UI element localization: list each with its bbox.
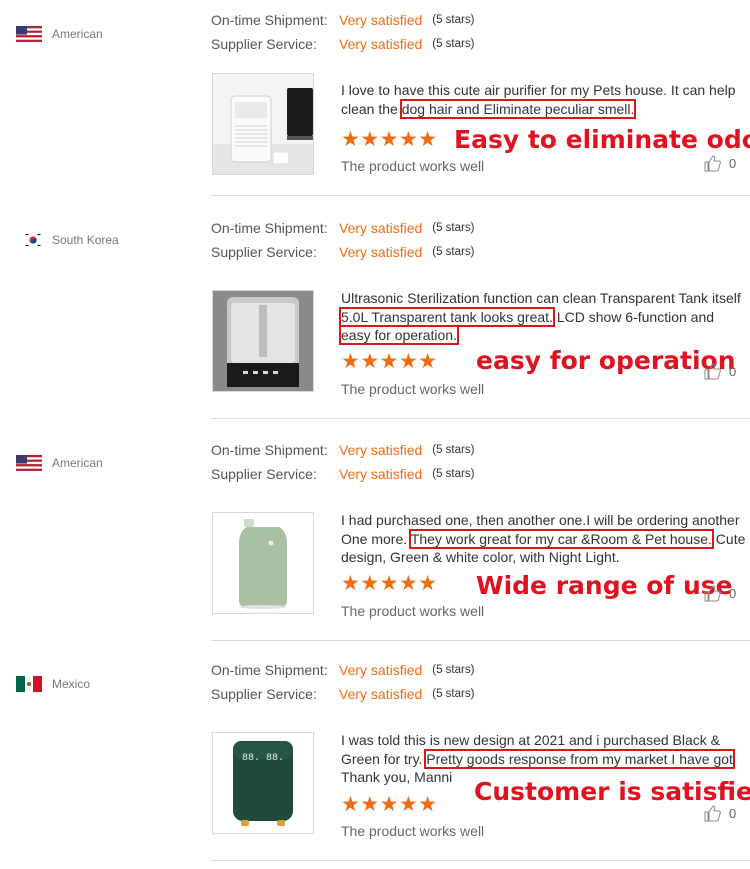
supplier-rating: Supplier Service: Very satisfied (5 star… (211, 466, 474, 482)
star-rating: ★★★★★ (341, 793, 438, 816)
like-button[interactable]: 0 (704, 585, 736, 602)
review-text-part: Ultrasonic Sterilization function can cl… (341, 290, 741, 306)
highlighted-phrase: Pretty goods response from my market I h… (424, 748, 735, 769)
thumbs-up-icon (704, 805, 721, 822)
reviewer-country: South Korea (24, 232, 119, 248)
review-text: I love to have this cute air purifier fo… (341, 81, 746, 119)
highlighted-phrase: easy for operation. (339, 325, 459, 345)
highlighted-phrase: They work great for my car &Room & Pet h… (408, 528, 714, 549)
review-note: The product works well (341, 381, 485, 397)
supplier-label: Supplier Service: (211, 244, 317, 260)
like-count: 0 (729, 364, 737, 379)
like-count: 0 (729, 806, 737, 821)
divider (211, 195, 750, 196)
supplier-label: Supplier Service: (211, 686, 317, 702)
kr-flag-icon (24, 232, 42, 248)
review-text-part: Thank you, Manni (341, 769, 453, 785)
country-name: South Korea (52, 233, 119, 247)
supplier-stars: (5 stars) (432, 246, 475, 258)
supplier-stars: (5 stars) (432, 468, 475, 480)
shipment-rating: On-time Shipment: Very satisfied (5 star… (211, 442, 474, 458)
product-thumbnail[interactable]: 88. 88. (212, 732, 314, 834)
country-name: Mexico (52, 677, 91, 691)
shipment-value: Very satisfied (339, 12, 423, 28)
highlighted-phrase: dog hair and Eliminate peculiar smell. (399, 98, 637, 119)
like-button[interactable]: 0 (704, 363, 736, 380)
product-thumbnail[interactable] (212, 512, 314, 614)
reviewer-country: Mexico (16, 676, 90, 692)
shipment-rating: On-time Shipment: Very satisfied (5 star… (211, 12, 474, 28)
supplier-value: Very satisfied (339, 466, 423, 482)
supplier-value: Very satisfied (339, 244, 423, 260)
humidifier-display: 88. 88. (242, 753, 284, 764)
divider (211, 418, 750, 419)
review-note: The product works well (341, 603, 485, 619)
divider (211, 860, 750, 861)
annotation-label: easy for operation (476, 346, 736, 375)
thumbs-up-icon (704, 585, 721, 602)
shipment-value: Very satisfied (339, 442, 423, 458)
thumbs-up-icon (704, 155, 721, 172)
review-note: The product works well (341, 823, 485, 839)
like-count: 0 (729, 156, 737, 171)
highlighted-phrase: 5.0L Transparent tank looks great. (339, 306, 555, 327)
shipment-value: Very satisfied (339, 220, 423, 236)
supplier-label: Supplier Service: (211, 36, 317, 52)
shipment-rating: On-time Shipment: Very satisfied (5 star… (211, 220, 474, 236)
supplier-rating: Supplier Service: Very satisfied (5 star… (211, 686, 474, 702)
divider (211, 640, 750, 641)
star-rating: ★★★★★ (341, 350, 438, 373)
shipment-value: Very satisfied (339, 662, 423, 678)
annotation-label: Customer is satisfied (474, 777, 750, 806)
review-text: Ultrasonic Sterilization function can cl… (339, 289, 746, 345)
shipment-label: On-time Shipment: (211, 12, 328, 28)
shipment-rating: On-time Shipment: Very satisfied (5 star… (211, 662, 474, 678)
shipment-label: On-time Shipment: (211, 442, 328, 458)
review-note: The product works well (341, 158, 485, 174)
like-button[interactable]: 0 (704, 155, 736, 172)
product-thumbnail[interactable] (212, 290, 314, 392)
reviewer-country: American (16, 455, 103, 471)
product-thumbnail[interactable] (212, 73, 314, 175)
country-name: American (52, 456, 103, 470)
shipment-stars: (5 stars) (432, 444, 475, 456)
supplier-label: Supplier Service: (211, 466, 317, 482)
us-flag-icon (16, 455, 42, 471)
shipment-stars: (5 stars) (432, 664, 475, 676)
like-count: 0 (729, 586, 737, 601)
annotation-label: Easy to eliminate odors (454, 125, 750, 154)
reviewer-country: American (16, 26, 103, 42)
supplier-rating: Supplier Service: Very satisfied (5 star… (211, 36, 474, 52)
review-text: I had purchased one, then another one.I … (341, 511, 746, 567)
supplier-stars: (5 stars) (432, 38, 475, 50)
supplier-stars: (5 stars) (432, 688, 475, 700)
review-text-part: LCD show 6-function and (552, 308, 715, 325)
shipment-stars: (5 stars) (432, 222, 475, 234)
supplier-value: Very satisfied (339, 36, 423, 52)
supplier-value: Very satisfied (339, 686, 423, 702)
supplier-rating: Supplier Service: Very satisfied (5 star… (211, 244, 474, 260)
mx-flag-icon (16, 676, 42, 692)
us-flag-icon (16, 26, 42, 42)
star-rating: ★★★★★ (341, 572, 438, 595)
annotation-label: Wide range of use (476, 571, 733, 600)
shipment-stars: (5 stars) (432, 14, 475, 26)
star-rating: ★★★★★ (341, 128, 438, 151)
shipment-label: On-time Shipment: (211, 220, 328, 236)
thumbs-up-icon (704, 363, 721, 380)
like-button[interactable]: 0 (704, 805, 736, 822)
country-name: American (52, 27, 103, 41)
shipment-label: On-time Shipment: (211, 662, 328, 678)
